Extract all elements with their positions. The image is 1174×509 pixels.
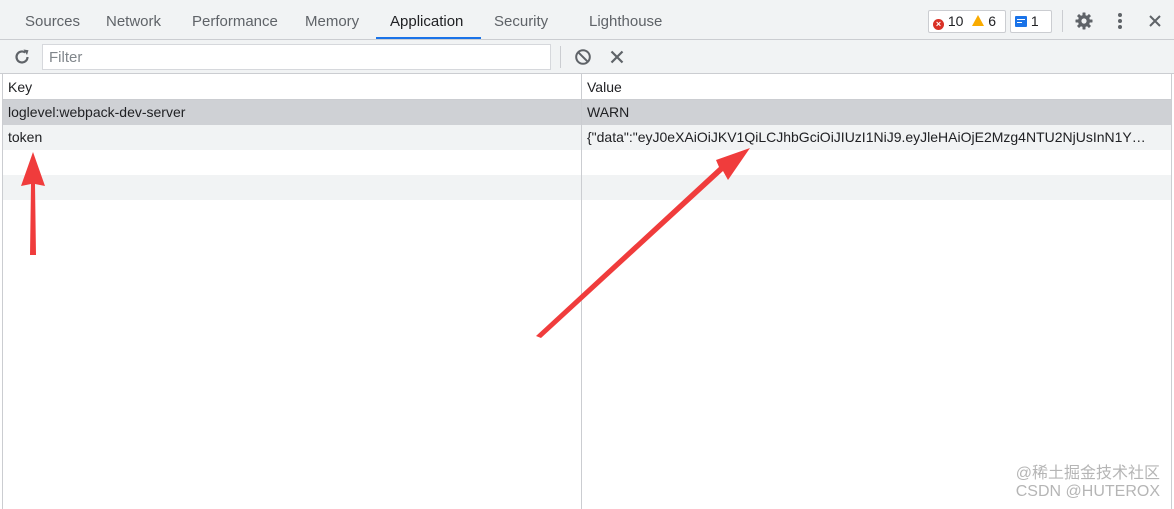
tab-security[interactable]: Security bbox=[494, 0, 548, 40]
table-header: Key Value bbox=[3, 74, 1171, 100]
messages-counter[interactable]: 1 bbox=[1010, 10, 1052, 33]
table-row[interactable]: token {"data":"eyJ0eXAiOiJKV1QiLCJhbGciO… bbox=[3, 125, 1171, 150]
devtools-tabbar: Sources Network Performance Memory Appli… bbox=[0, 0, 1174, 40]
watermark-line2: CSDN @HUTEROX bbox=[1015, 483, 1160, 500]
delete-icon[interactable] bbox=[609, 49, 625, 65]
row-value: WARN bbox=[587, 104, 630, 120]
warning-icon bbox=[972, 15, 985, 26]
divider bbox=[560, 46, 561, 68]
error-count: 10 bbox=[947, 13, 964, 29]
error-icon: × bbox=[933, 19, 944, 30]
row-key: token bbox=[8, 129, 43, 145]
empty-row bbox=[3, 150, 1171, 175]
column-header-value[interactable]: Value bbox=[587, 74, 1167, 100]
empty-row bbox=[3, 175, 1171, 200]
filter-input[interactable] bbox=[42, 44, 551, 70]
storage-toolbar bbox=[0, 40, 1174, 74]
more-icon[interactable] bbox=[1113, 11, 1127, 31]
column-divider[interactable] bbox=[581, 74, 582, 509]
message-icon bbox=[1015, 16, 1027, 27]
warning-count: 6 bbox=[988, 13, 997, 29]
close-icon[interactable] bbox=[1147, 13, 1163, 29]
tab-network[interactable]: Network bbox=[106, 0, 161, 40]
watermark: @稀土掘金技术社区 CSDN @HUTEROX bbox=[1016, 465, 1160, 501]
issues-counter[interactable]: × 10 6 bbox=[928, 10, 1006, 33]
clear-icon[interactable] bbox=[573, 47, 593, 67]
table-row[interactable]: loglevel:webpack-dev-server WARN bbox=[3, 100, 1171, 125]
divider bbox=[1062, 10, 1063, 32]
column-header-key[interactable]: Key bbox=[8, 74, 573, 100]
tab-performance[interactable]: Performance bbox=[192, 0, 278, 40]
watermark-line1: @稀土掘金技术社区 bbox=[1015, 465, 1160, 482]
active-tab-indicator bbox=[376, 37, 481, 39]
storage-table: Key Value loglevel:webpack-dev-server WA… bbox=[2, 74, 1172, 509]
tab-lighthouse[interactable]: Lighthouse bbox=[589, 0, 662, 40]
row-value: {"data":"eyJ0eXAiOiJKV1QiLCJhbGciOiJIUzI… bbox=[587, 129, 1146, 145]
tab-memory[interactable]: Memory bbox=[305, 0, 359, 40]
message-count: 1 bbox=[1030, 13, 1039, 29]
refresh-icon[interactable] bbox=[12, 47, 32, 67]
tab-sources[interactable]: Sources bbox=[25, 0, 80, 40]
row-key: loglevel:webpack-dev-server bbox=[8, 104, 186, 120]
settings-icon[interactable] bbox=[1074, 11, 1094, 31]
tab-application[interactable]: Application bbox=[390, 0, 463, 40]
